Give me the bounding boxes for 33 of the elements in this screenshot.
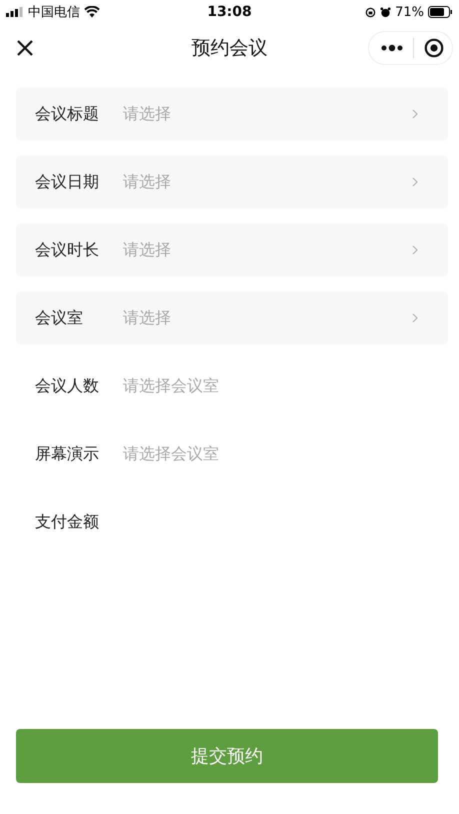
- signal-icon: [6, 7, 24, 17]
- field-label: 会议日期: [35, 172, 100, 192]
- field-placeholder: 请选择: [123, 172, 172, 192]
- chevron-icon: [412, 177, 418, 187]
- close-icon[interactable]: [16, 39, 34, 57]
- field-label: 会议室: [35, 308, 84, 328]
- field-label: 会议人数: [35, 376, 100, 396]
- battery-level: 71%: [395, 4, 424, 20]
- field-placeholder: 请选择会议室: [123, 444, 220, 464]
- picker-row[interactable]: 会议标题 请选择: [16, 87, 448, 141]
- lock-rotation-icon: [365, 6, 376, 18]
- field-placeholder: 请选择会议室: [123, 376, 220, 396]
- field-placeholder: 请选择: [123, 308, 172, 328]
- battery-icon: [428, 6, 453, 18]
- carrier-name: 中国电信: [28, 4, 80, 21]
- chevron-icon: [412, 245, 418, 255]
- field-label: 屏幕演示: [35, 444, 100, 464]
- page-title: 预约会议: [192, 36, 268, 61]
- chevron-icon: [412, 313, 418, 323]
- more-icon[interactable]: [381, 44, 403, 52]
- picker-row[interactable]: 会议时长 请选择: [16, 223, 448, 277]
- field-placeholder: 请选择: [123, 240, 172, 260]
- field-label: 支付金额: [35, 512, 100, 532]
- picker-row[interactable]: 会议日期 请选择: [16, 155, 448, 209]
- target-icon[interactable]: [424, 38, 444, 58]
- chevron-icon: [412, 109, 418, 119]
- picker-row[interactable]: 会议室 请选择: [16, 291, 448, 345]
- field-label: 会议标题: [35, 104, 100, 124]
- wifi-icon: [84, 6, 100, 18]
- field-placeholder: 请选择: [123, 104, 172, 124]
- clock-time: 13:08: [207, 4, 252, 20]
- alarm-icon: [380, 6, 392, 18]
- field-label: 会议时长: [35, 240, 100, 260]
